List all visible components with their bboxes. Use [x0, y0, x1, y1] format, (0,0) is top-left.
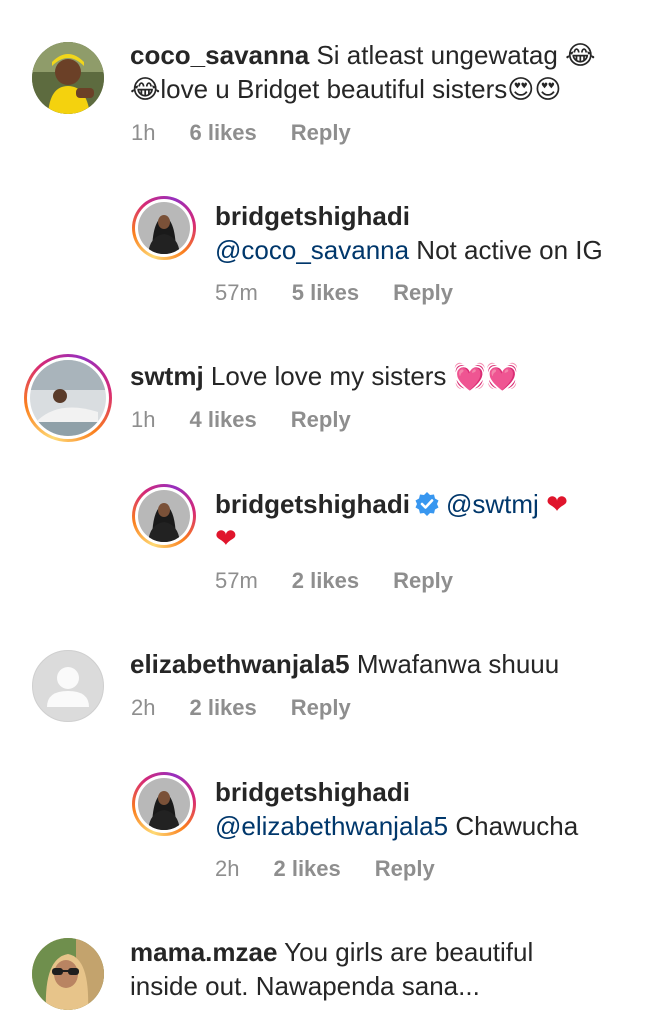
timestamp: 57m [215, 280, 258, 305]
likes-count[interactable]: 5 likes [292, 280, 359, 305]
reply-button[interactable]: Reply [291, 120, 351, 145]
username[interactable]: coco_savanna [130, 40, 309, 70]
mention-link[interactable]: @coco_savanna [215, 235, 409, 265]
emoji-joy: 😂 [130, 74, 161, 104]
avatar-image [30, 360, 106, 436]
comment-text: elizabethwanjala5 Mwafanwa shuuu [130, 647, 630, 681]
comment-body: inside out. Nawapenda sana... [130, 971, 480, 1001]
comment-text: mama.mzae You girls are beautiful inside… [130, 935, 630, 1003]
likes-count[interactable]: 6 likes [189, 120, 256, 145]
avatar-bridgetshighadi[interactable] [132, 772, 196, 836]
reply-button[interactable]: Reply [375, 856, 435, 881]
reply-button[interactable]: Reply [291, 407, 351, 432]
emoji-beating-heart: 💓 [486, 361, 519, 391]
timestamp: 2h [131, 695, 156, 720]
comment-text: bridgetshighadi @elizabethwanjala5 Chawu… [215, 775, 635, 843]
username[interactable]: swtmj [130, 361, 204, 391]
likes-count[interactable]: 2 likes [273, 856, 340, 881]
username[interactable]: bridgetshighadi [215, 489, 410, 519]
reply-button[interactable]: Reply [291, 695, 351, 720]
emoji-beating-heart: 💓 [453, 361, 487, 391]
comment-meta: 57m 2 likes Reply [215, 568, 487, 594]
username[interactable]: bridgetshighadi [215, 777, 410, 807]
reply-button[interactable]: Reply [393, 280, 453, 305]
emoji-joy: 😂 [565, 40, 596, 70]
avatar-swtmj[interactable] [24, 354, 112, 442]
likes-count[interactable]: 2 likes [189, 695, 256, 720]
username[interactable]: mama.mzae [130, 937, 277, 967]
username[interactable]: bridgetshighadi [215, 201, 410, 231]
avatar-bridgetshighadi[interactable] [132, 484, 196, 548]
avatar-image [32, 938, 104, 1010]
timestamp: 1h [131, 120, 156, 145]
reply-button[interactable]: Reply [393, 568, 453, 593]
avatar-image [138, 490, 190, 542]
avatar-image [32, 42, 104, 114]
avatar-mama-mzae[interactable] [32, 938, 104, 1010]
comment-text: bridgetshighadi @coco_savanna Not active… [215, 199, 635, 267]
avatar-image [138, 778, 190, 830]
mention-link[interactable]: @elizabethwanjala5 [215, 811, 448, 841]
default-user-icon [47, 667, 89, 707]
comment-body: love u Bridget beautiful sisters [160, 74, 508, 104]
mention-link[interactable]: @swtmj [446, 489, 539, 519]
comment-body: Si atleast ungewatag [316, 40, 566, 70]
emoji-red-heart: ❤ [546, 489, 568, 519]
timestamp: 57m [215, 568, 258, 593]
avatar-bridgetshighadi[interactable] [132, 196, 196, 260]
username[interactable]: elizabethwanjala5 [130, 649, 350, 679]
comment-text: coco_savanna Si atleast ungewatag 😂 😂lov… [130, 38, 630, 106]
comment-body: Chawucha [448, 811, 579, 841]
timestamp: 1h [131, 407, 156, 432]
comment-meta: 57m 5 likes Reply [215, 280, 487, 306]
avatar-coco-savanna[interactable] [32, 42, 104, 114]
avatar-elizabethwanjala5[interactable] [32, 650, 104, 722]
avatar-image [138, 202, 190, 254]
comment-body: Not active on IG [409, 235, 603, 265]
emoji-red-heart: ❤ [215, 523, 237, 553]
likes-count[interactable]: 2 likes [292, 568, 359, 593]
comment-body: Love love my sisters [203, 361, 454, 391]
likes-count[interactable]: 4 likes [189, 407, 256, 432]
comment-meta: 1h 4 likes Reply [131, 407, 385, 433]
comment-body: You girls are beautiful [277, 937, 534, 967]
comment-text: swtmj Love love my sisters 💓💓 [130, 359, 630, 393]
timestamp: 2h [215, 856, 240, 881]
emoji-heart-eyes: 😍 [534, 74, 562, 104]
comment-meta: 1h 6 likes Reply [131, 120, 385, 146]
emoji-heart-eyes: 😍 [507, 74, 535, 104]
comment-body: Mwafanwa shuuu [349, 649, 560, 679]
comment-text: bridgetshighadi @swtmj ❤ ❤ [215, 487, 615, 555]
comment-meta: 2h 2 likes Reply [215, 856, 469, 882]
verified-badge-icon [415, 492, 439, 516]
comment-meta: 2h 2 likes Reply [131, 695, 385, 721]
